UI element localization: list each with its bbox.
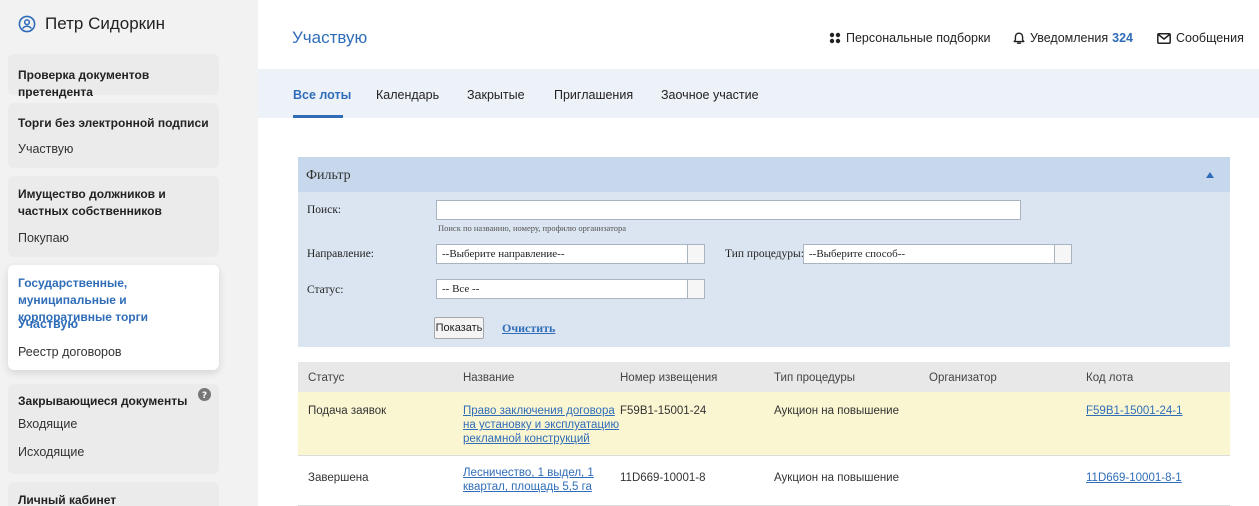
cell-procedure-type: Аукцион на повышение	[774, 405, 900, 417]
sidebar-section-title: Личный кабинет	[18, 493, 117, 506]
search-label: Поиск:	[307, 204, 342, 216]
procedure-type-select[interactable]: --Выберите способ--	[803, 244, 1072, 264]
sidebar-item-outgoing[interactable]: Исходящие	[18, 444, 84, 460]
tab-absentee-participation[interactable]: Заочное участие	[661, 88, 759, 102]
column-header-organizer: Организатор	[929, 372, 997, 384]
cell-name-line: квартал, площадь 5,5 га	[463, 481, 592, 493]
status-select-value: -- Все --	[442, 283, 480, 295]
cell-name-line: Право заключения договора	[463, 405, 615, 417]
sidebar-section-closing-documents: Закрывающиеся документы ? Входящие Исход…	[8, 384, 219, 474]
sidebar-item-buying[interactable]: Покупаю	[18, 230, 69, 246]
sidebar-item-participating[interactable]: Участвую	[18, 141, 73, 157]
cell-name-link[interactable]: Лесничество, 1 выдел, 1 квартал, площадь…	[463, 466, 594, 494]
cell-lot-code-link[interactable]: 11D669-10001-8-1	[1086, 471, 1182, 485]
dropdown-arrow-icon	[1054, 245, 1071, 263]
sidebar-section-state-tenders: Государственные, муниципальные и корпора…	[8, 265, 219, 370]
envelope-icon	[1157, 32, 1171, 44]
grid-dots-icon	[829, 32, 841, 44]
sidebar-item-contracts-registry[interactable]: Реестр договоров	[18, 344, 122, 360]
user-profile[interactable]: Петр Сидоркин	[18, 12, 165, 36]
clear-button[interactable]: Очистить	[502, 321, 555, 336]
notifications-label: Уведомления	[1030, 31, 1109, 45]
filter-panel: Фильтр Поиск: Поиск по названию, номеру,…	[298, 157, 1230, 347]
sidebar-section-account[interactable]: Личный кабинет	[8, 482, 219, 506]
cell-name-line: рекламной конструкций	[463, 433, 590, 445]
active-tab-indicator	[293, 115, 343, 118]
status-select[interactable]: -- Все --	[436, 279, 705, 299]
procedure-type-select-value: --Выберите способ--	[809, 248, 906, 260]
direction-label: Направление:	[307, 248, 374, 260]
sidebar-section-title: Закрывающиеся документы	[18, 394, 188, 408]
page-title: Участвую	[292, 28, 368, 47]
show-button[interactable]: Показать	[434, 317, 484, 339]
column-header-lot-code: Код лота	[1086, 372, 1134, 384]
cell-status: Завершена	[308, 472, 369, 484]
status-label: Статус:	[307, 284, 344, 296]
cell-notice-number: F59B1-15001-24	[620, 405, 707, 417]
messages-link[interactable]: Сообщения	[1157, 31, 1244, 45]
table-header: Статус Название Номер извещения Тип проц…	[298, 362, 1230, 392]
sidebar-item-incoming[interactable]: Входящие	[18, 416, 77, 432]
sidebar-section-title: Торги без электронной подписи	[18, 116, 209, 130]
svg-text:?: ?	[202, 391, 207, 401]
column-header-notice-number: Номер извещения	[620, 372, 718, 384]
column-header-status: Статус	[308, 372, 345, 384]
sidebar-section-document-check[interactable]: Проверка документов претендента	[8, 54, 219, 99]
cell-procedure-type: Аукцион на повышение	[774, 472, 900, 484]
cell-name-line: на установку и эксплуатацию	[463, 419, 620, 431]
sidebar: Петр Сидоркин Проверка документов претен…	[0, 0, 258, 506]
bell-icon	[1013, 32, 1025, 44]
tab-bar: Все лоты Календарь Закрытые Приглашения …	[258, 69, 1259, 118]
tab-calendar[interactable]: Календарь	[376, 88, 439, 102]
search-hint: Поиск по названию, номеру, профилю орган…	[438, 223, 626, 233]
sidebar-item-participating-active[interactable]: Участвую	[18, 316, 78, 332]
tab-invitations[interactable]: Приглашения	[554, 88, 633, 102]
messages-label: Сообщения	[1176, 31, 1244, 45]
personal-selections-label: Персональные подборки	[846, 31, 991, 45]
cell-status: Подача заявок	[308, 405, 387, 417]
sidebar-section-title: Имущество должников и частных собственни…	[18, 187, 166, 218]
user-name: Петр Сидоркин	[45, 14, 165, 33]
search-input[interactable]	[436, 200, 1021, 220]
direction-select[interactable]: --Выберите направление--	[436, 244, 705, 264]
notifications-link[interactable]: Уведомления 324	[1013, 31, 1133, 45]
user-circle-icon	[18, 15, 36, 33]
column-header-procedure-type: Тип процедуры	[774, 372, 855, 384]
table-row[interactable]: Завершена Лесничество, 1 выдел, 1 кварта…	[298, 456, 1230, 506]
filter-header[interactable]: Фильтр	[298, 157, 1230, 192]
cell-name-line: Лесничество, 1 выдел, 1	[463, 467, 594, 479]
cell-notice-number: 11D669-10001-8	[620, 472, 706, 484]
dropdown-arrow-icon	[687, 245, 704, 263]
procedure-type-label: Тип процедуры:	[725, 248, 804, 260]
personal-selections-link[interactable]: Персональные подборки	[829, 31, 990, 45]
notifications-count: 324	[1112, 31, 1134, 45]
cell-name-link[interactable]: Право заключения договора на установку и…	[463, 404, 619, 446]
cell-lot-code-link[interactable]: F59B1-15001-24-1	[1086, 404, 1183, 418]
collapse-triangle-icon[interactable]	[1206, 172, 1214, 178]
dropdown-arrow-icon	[687, 280, 704, 298]
filter-title: Фильтр	[306, 168, 351, 183]
lots-table: Статус Название Номер извещения Тип проц…	[298, 362, 1230, 506]
sidebar-section-title: Проверка документов претендента	[18, 68, 150, 99]
sidebar-section-no-signature: Торги без электронной подписи Участвую	[8, 103, 219, 168]
direction-select-value: --Выберите направление--	[442, 248, 565, 260]
question-circle-icon[interactable]: ?	[198, 388, 211, 401]
column-header-name: Название	[463, 372, 515, 384]
tab-all-lots[interactable]: Все лоты	[293, 88, 351, 102]
sidebar-section-debtors-property: Имущество должников и частных собственни…	[8, 176, 219, 257]
table-row[interactable]: Подача заявок Право заключения договора …	[298, 392, 1230, 456]
tab-closed[interactable]: Закрытые	[467, 88, 525, 102]
